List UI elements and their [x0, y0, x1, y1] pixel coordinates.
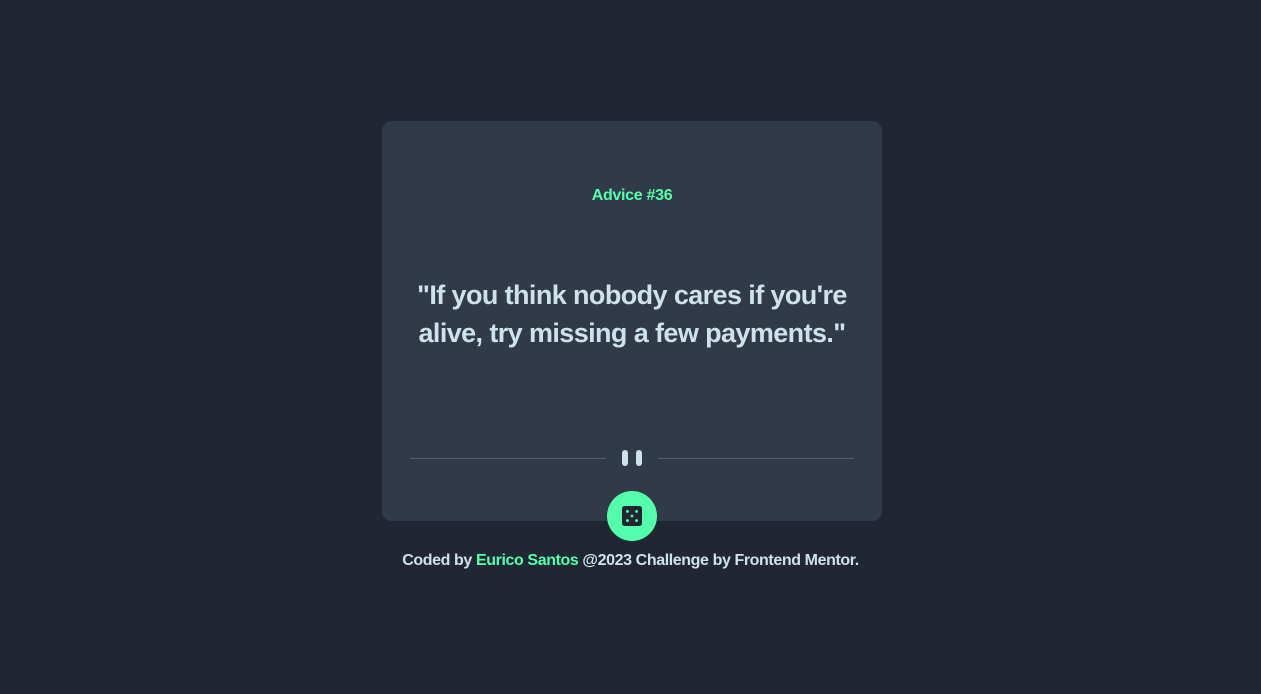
attribution-prefix: Coded by	[402, 552, 472, 569]
generate-advice-button[interactable]	[607, 491, 657, 541]
divider	[410, 450, 854, 466]
advice-id: Advice #36	[591, 187, 673, 204]
advice-quote: "If you think nobody cares if you're ali…	[417, 280, 847, 348]
divider-line-right	[658, 458, 854, 459]
advice-card: Advice #36 "If you think nobody cares if…	[382, 121, 882, 521]
dice-icon	[622, 506, 642, 526]
pause-icon	[621, 450, 643, 466]
divider-line-left	[410, 458, 606, 459]
attribution-suffix: @2023 Challenge by Frontend Mentor.	[582, 552, 859, 569]
page: Advice #36 "If you think nobody cares if…	[0, 0, 1261, 694]
author-link[interactable]: Eurico Santos	[476, 552, 579, 569]
attribution: Coded by Eurico Santos @2023 Challenge b…	[0, 552, 1261, 570]
